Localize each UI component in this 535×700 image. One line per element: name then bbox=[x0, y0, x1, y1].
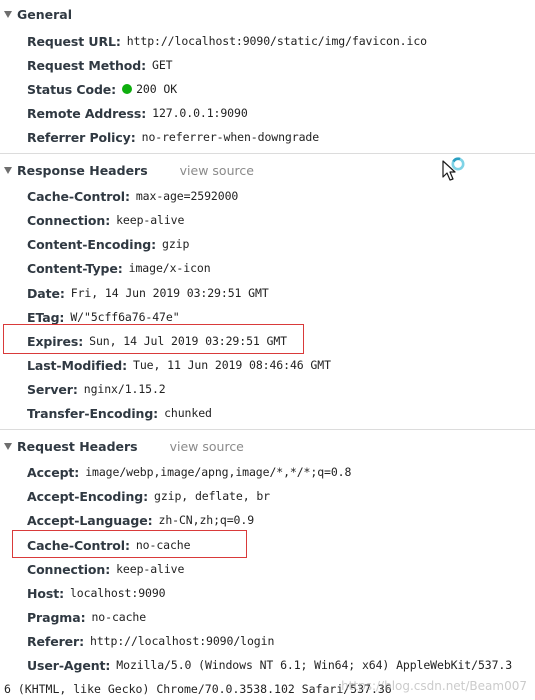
header-row-server: Server: nginx/1.15.2 bbox=[27, 379, 166, 399]
header-key: Transfer-Encoding: bbox=[27, 405, 159, 421]
header-key: Content-Type: bbox=[27, 260, 123, 276]
header-value: gzip bbox=[162, 237, 190, 251]
header-value: W/"5cff6a76-47e" bbox=[70, 310, 180, 324]
header-key: Referrer Policy: bbox=[27, 129, 136, 145]
header-row-accept-encoding: Accept-Encoding: gzip, deflate, br bbox=[27, 486, 270, 506]
header-value: no-referrer-when-downgrade bbox=[141, 130, 320, 144]
header-value: max-age=2592000 bbox=[135, 189, 239, 203]
header-row-cache-control: Cache-Control: max-age=2592000 bbox=[27, 186, 238, 206]
header-key: Status Code: bbox=[27, 81, 117, 97]
header-value: GET bbox=[152, 58, 173, 72]
header-row-user-agent: User-Agent: Mozilla/5.0 (Windows NT 6.1;… bbox=[4, 655, 535, 697]
request-headers-title: Request Headers bbox=[17, 438, 138, 454]
triangle-down-icon[interactable] bbox=[4, 11, 12, 18]
header-value: no-cache bbox=[135, 538, 191, 552]
header-key: Accept-Language: bbox=[27, 512, 153, 528]
header-key: Expires: bbox=[27, 333, 84, 349]
header-value: Mozilla/5.0 (Windows NT 6.1; Win64; x64)… bbox=[116, 658, 513, 672]
header-key: Last-Modified: bbox=[27, 357, 128, 373]
header-value: keep-alive bbox=[116, 562, 185, 576]
header-key: Cache-Control: bbox=[27, 188, 130, 204]
busy-cursor-icon bbox=[442, 157, 465, 181]
header-key: Cache-Control: bbox=[27, 537, 130, 553]
header-key: ETag: bbox=[27, 309, 65, 325]
header-key: Referer: bbox=[27, 633, 85, 649]
header-value: Tue, 11 Jun 2019 08:46:46 GMT bbox=[133, 358, 331, 372]
header-row-request-url: Request URL: http://localhost:9090/stati… bbox=[27, 31, 427, 51]
header-value: image/webp,image/apng,image/*,*/*;q=0.8 bbox=[85, 465, 352, 479]
triangle-down-icon[interactable] bbox=[4, 167, 12, 174]
header-row-host: Host: localhost:9090 bbox=[27, 583, 166, 603]
header-row-connection: Connection: keep-alive bbox=[27, 210, 184, 230]
header-row-content-type: Content-Type: image/x-icon bbox=[27, 258, 211, 278]
request-view-source-link[interactable]: view source bbox=[170, 439, 244, 454]
section-divider bbox=[0, 429, 535, 430]
watermark: https://blog.csdn.net/Beam007 bbox=[341, 679, 527, 693]
header-row-referrer-policy: Referrer Policy: no-referrer-when-downgr… bbox=[27, 127, 319, 147]
header-value: gzip, deflate, br bbox=[154, 489, 271, 503]
header-value: Sun, 14 Jul 2019 03:29:51 GMT bbox=[89, 334, 288, 348]
header-key: User-Agent: bbox=[27, 657, 111, 673]
header-key: Request URL: bbox=[27, 33, 121, 49]
header-key: Accept: bbox=[27, 464, 80, 480]
header-row-expires: Expires: Sun, 14 Jul 2019 03:29:51 GMT bbox=[27, 331, 287, 351]
header-row-req-connection: Connection: keep-alive bbox=[27, 559, 184, 579]
header-value: 200 OK bbox=[136, 82, 178, 96]
header-key: Server: bbox=[27, 381, 78, 397]
header-value: image/x-icon bbox=[128, 261, 211, 275]
header-key: Request Method: bbox=[27, 57, 147, 73]
header-value: http://localhost:9090/login bbox=[90, 634, 275, 648]
header-key: Pragma: bbox=[27, 609, 86, 625]
section-divider bbox=[0, 153, 535, 154]
response-headers-section-header[interactable]: Response Headers view source bbox=[4, 160, 254, 180]
response-view-source-link[interactable]: view source bbox=[180, 163, 254, 178]
request-headers-section-header[interactable]: Request Headers view source bbox=[4, 436, 244, 456]
general-section-title: General bbox=[17, 6, 72, 22]
header-key: Connection: bbox=[27, 561, 111, 577]
header-key: Content-Encoding: bbox=[27, 236, 156, 252]
header-key: Connection: bbox=[27, 212, 111, 228]
header-value: chunked bbox=[164, 406, 212, 420]
header-row-accept-language: Accept-Language: zh-CN,zh;q=0.9 bbox=[27, 510, 254, 530]
header-row-date: Date: Fri, 14 Jun 2019 03:29:51 GMT bbox=[27, 283, 269, 303]
header-key: Remote Address: bbox=[27, 105, 147, 121]
header-value: localhost:9090 bbox=[69, 586, 166, 600]
header-value: no-cache bbox=[91, 610, 147, 624]
header-value: http://localhost:9090/static/img/favicon… bbox=[126, 34, 427, 48]
header-value: Fri, 14 Jun 2019 03:29:51 GMT bbox=[70, 286, 269, 300]
header-row-remote-address: Remote Address: 127.0.0.1:9090 bbox=[27, 103, 248, 123]
header-row-transfer-encoding: Transfer-Encoding: chunked bbox=[27, 403, 212, 423]
header-value: keep-alive bbox=[116, 213, 185, 227]
header-row-accept: Accept: image/webp,image/apng,image/*,*/… bbox=[27, 462, 351, 482]
response-headers-title: Response Headers bbox=[17, 162, 148, 178]
header-key: Accept-Encoding: bbox=[27, 488, 148, 504]
status-ok-icon bbox=[122, 84, 133, 94]
header-key: Host: bbox=[27, 585, 64, 601]
header-key: Date: bbox=[27, 285, 65, 301]
general-section-header[interactable]: General bbox=[4, 4, 72, 24]
header-row-status-code: Status Code: 200 OK bbox=[27, 79, 177, 99]
header-value: nginx/1.15.2 bbox=[83, 382, 166, 396]
header-value: 127.0.0.1:9090 bbox=[152, 106, 248, 120]
header-row-last-modified: Last-Modified: Tue, 11 Jun 2019 08:46:46… bbox=[27, 355, 331, 375]
header-row-referer: Referer: http://localhost:9090/login bbox=[27, 631, 274, 651]
header-value: zh-CN,zh;q=0.9 bbox=[158, 513, 255, 527]
header-value-continuation: 6 (KHTML, like Gecko) Chrome/70.0.3538.1… bbox=[4, 682, 392, 696]
header-row-pragma: Pragma: no-cache bbox=[27, 607, 146, 627]
header-row-req-cache-control: Cache-Control: no-cache bbox=[27, 535, 191, 555]
header-row-content-encoding: Content-Encoding: gzip bbox=[27, 234, 189, 254]
triangle-down-icon[interactable] bbox=[4, 443, 12, 450]
header-row-request-method: Request Method: GET bbox=[27, 55, 173, 75]
